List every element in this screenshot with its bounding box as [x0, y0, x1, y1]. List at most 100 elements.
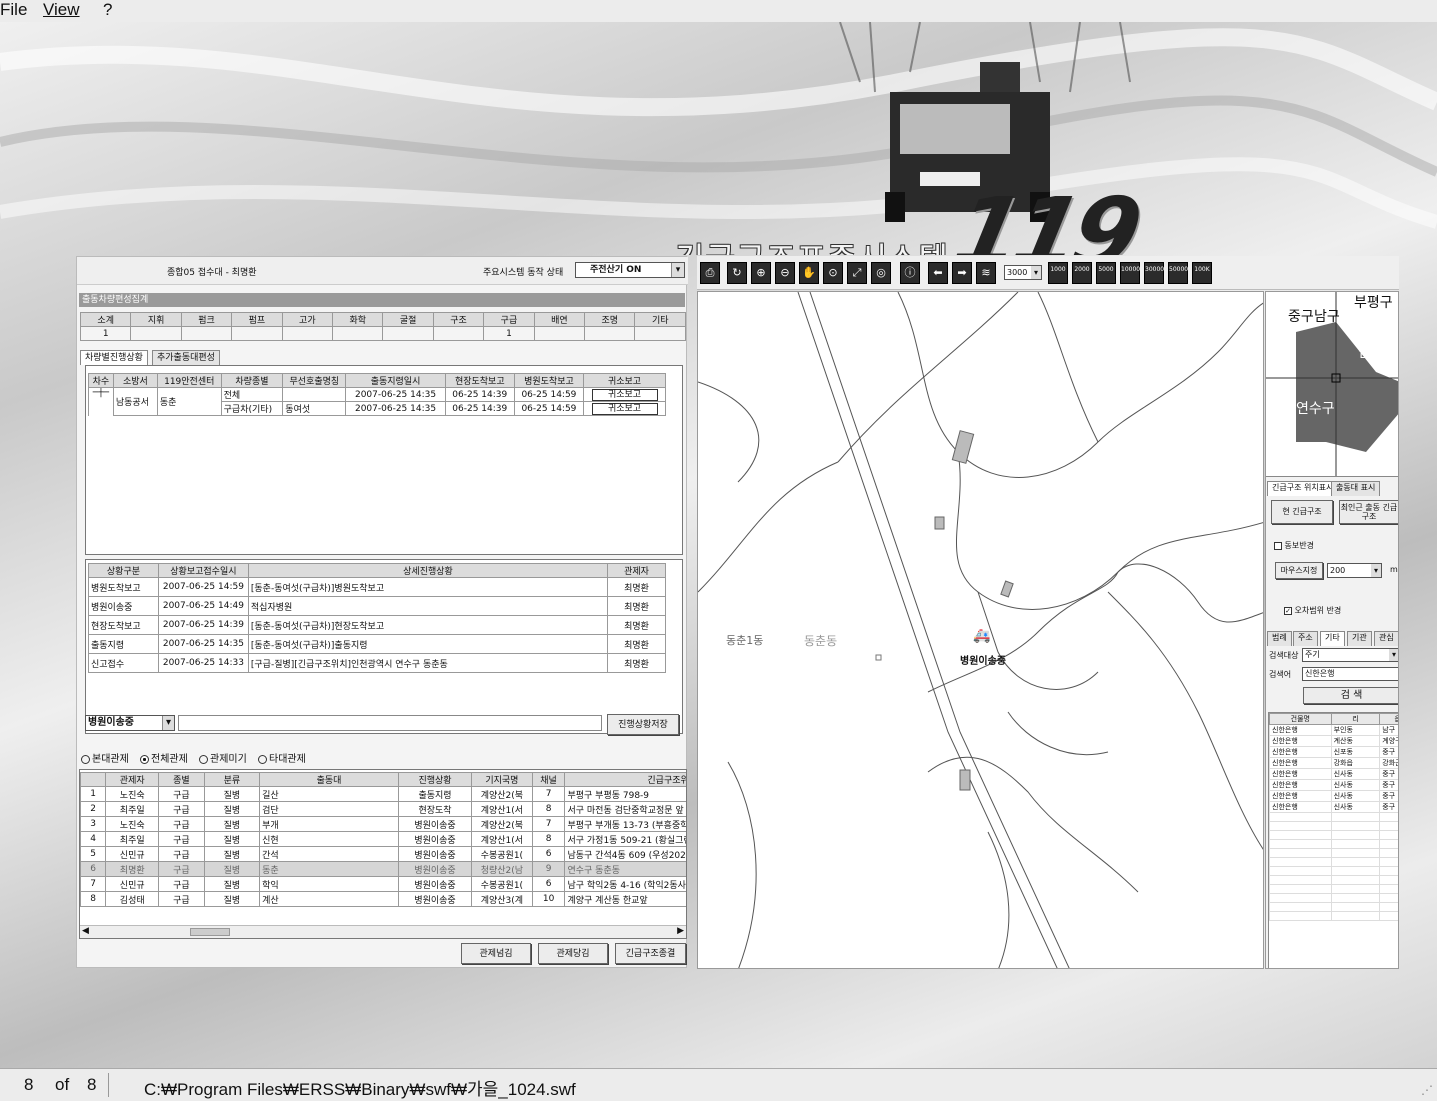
- back-arrow-icon[interactable]: ⬅: [928, 262, 948, 284]
- radius-select[interactable]: 200 ▾: [1327, 563, 1382, 578]
- system-status-select[interactable]: 주전산기 ON ▾: [575, 262, 685, 278]
- scale-10000-button[interactable]: 10000: [1120, 262, 1140, 284]
- scroll-thumb[interactable]: [190, 928, 230, 936]
- tree-toggle[interactable]: ─┼─: [88, 387, 114, 416]
- control-column-header[interactable]: 긴급구조위치: [564, 772, 686, 787]
- zoom-out-icon[interactable]: ⊖: [775, 262, 795, 284]
- table-row[interactable]: 1 노진숙 구급 질병 길산 출동지령 계양산2(북 7 부평구 부평동 798-9: [80, 786, 686, 802]
- table-row[interactable]: 병원도착보고 2007-06-25 14:59 [동춘-동여섯(구급차)]병원도착보…: [88, 577, 666, 597]
- progress-column-header[interactable]: 관제자: [607, 563, 666, 578]
- tab-rescue-position[interactable]: 긴급구조 위치표시: [1267, 481, 1339, 496]
- progress-column-header[interactable]: 상황구분: [88, 563, 159, 578]
- radio-other-control[interactable]: 타대관제: [258, 754, 306, 765]
- vehicle-column-header[interactable]: 119안전센터: [156, 373, 222, 388]
- vehicle-column-header[interactable]: 차수: [88, 373, 114, 388]
- search-button[interactable]: 검 색: [1303, 687, 1398, 704]
- vehicle-column-header[interactable]: 귀소보고: [583, 373, 666, 388]
- table-row[interactable]: 신한은행 부인동 남구: [1269, 724, 1398, 736]
- return-report-button[interactable]: 귀소보고: [591, 402, 658, 415]
- pass-control-button[interactable]: 관제넘김: [461, 943, 531, 964]
- table-row[interactable]: 신한은행 신사동 중구: [1269, 790, 1398, 802]
- table-row[interactable]: 신한은행 신사동 중구: [1269, 801, 1398, 813]
- nearest-dispatch-button[interactable]: 최인근 출동 긴급구조: [1339, 500, 1398, 524]
- refresh-icon[interactable]: ↻: [727, 262, 747, 284]
- info-icon[interactable]: ⓘ: [900, 262, 920, 284]
- tab-additional-dispatch[interactable]: 추가출동대편성: [152, 350, 220, 365]
- resize-grip-icon[interactable]: ⋰: [1421, 1083, 1433, 1097]
- control-column-header[interactable]: 분류: [203, 772, 261, 787]
- table-row[interactable]: 현장도착보고 2007-06-25 14:39 [동춘-동여섯(구급차)]현장도착보…: [88, 615, 666, 635]
- tab-interest[interactable]: 관심: [1374, 631, 1398, 646]
- vehicle-column-header[interactable]: 무선호출명칭: [282, 373, 347, 388]
- search-target-select[interactable]: 주기 ▾: [1302, 648, 1398, 662]
- progress-type-select[interactable]: 병원이송중 ▾: [85, 715, 175, 731]
- result-column-header[interactable]: 읍면동: [1379, 713, 1398, 725]
- take-control-button[interactable]: 관제당김: [538, 943, 608, 964]
- table-row[interactable]: 2최주일구급질병검단현장도착계양산1(서8서구 마전동 검단중학교정문 앞 산족…: [80, 801, 686, 817]
- pan-hand-icon[interactable]: ✋: [799, 262, 819, 284]
- tab-etc[interactable]: 기타: [1320, 631, 1345, 646]
- overview-minimap[interactable]: 중구 남구 부평구 남동구 연수구: [1266, 292, 1398, 477]
- progress-column-header[interactable]: 상황보고접수일시: [157, 563, 249, 578]
- vehicle-column-header[interactable]: 출동지령일시: [345, 373, 446, 388]
- table-row[interactable]: 신한은행계산동계양구: [1269, 735, 1398, 747]
- return-report-button[interactable]: 귀소보고: [591, 388, 658, 401]
- layer-icon[interactable]: ≋: [976, 262, 996, 284]
- zoom-area-icon[interactable]: ⊙: [823, 262, 843, 284]
- mouse-select-button[interactable]: 마우스지정: [1275, 562, 1323, 579]
- radio-not-controlled[interactable]: 관제미기: [199, 754, 247, 765]
- zoom-in-icon[interactable]: ⊕: [751, 262, 771, 284]
- menu-view[interactable]: View: [43, 0, 80, 20]
- tab-address[interactable]: 주소: [1293, 631, 1318, 646]
- current-rescue-button[interactable]: 현 긴급구조: [1271, 500, 1333, 524]
- chevron-down-icon[interactable]: ▾: [162, 716, 174, 730]
- scale-select[interactable]: 3000 ▾: [1004, 265, 1042, 280]
- chevron-down-icon[interactable]: ▾: [1371, 564, 1381, 577]
- control-column-header[interactable]: 채널: [531, 772, 566, 787]
- table-row[interactable]: 8 김성태 구급 질병 계산 병원이송중 계양산3(계 10 계양구 계산동 한교앞: [80, 891, 686, 907]
- radio-own-control[interactable]: 본대관제: [81, 754, 129, 765]
- table-row[interactable]: 6 최명환 구급 질병 동춘 병원이송중 청량산2(남 9 연수구 동춘동: [80, 861, 686, 877]
- radio-all-control[interactable]: 전체관제: [140, 754, 188, 765]
- table-row[interactable]: 신한은행 신사동 중구: [1269, 779, 1398, 791]
- table-row[interactable]: 출동지령 2007-06-25 14:35 [동춘-동여섯(구급차)]출동지령 최명환: [88, 634, 666, 654]
- scale-100k-button[interactable]: 100K: [1192, 262, 1212, 284]
- locate-icon[interactable]: ◎: [871, 262, 891, 284]
- progress-detail-input[interactable]: [178, 715, 602, 731]
- chevron-down-icon[interactable]: ▾: [1389, 649, 1398, 661]
- tab-agency[interactable]: 기관: [1347, 631, 1372, 646]
- table-row[interactable]: 4 최주일 구급 질병 신현 병원이송중 계양산1(서 8 서구 가정1동 509-21 (황실…: [80, 831, 686, 847]
- scroll-left-icon[interactable]: ◀: [82, 926, 89, 936]
- scroll-right-icon[interactable]: ▶: [677, 926, 684, 936]
- control-column-header[interactable]: 기지국명: [471, 772, 533, 787]
- table-row[interactable]: 신한은행 신포동 중구: [1269, 746, 1398, 758]
- result-column-header[interactable]: 리: [1330, 713, 1381, 725]
- chevron-down-icon[interactable]: ▾: [1031, 266, 1041, 279]
- table-row[interactable]: 7 신민규 구급 질병 학익 병원이송중 수봉공원1(6 남구 학익2동 4-16 (학익2동…: [80, 876, 686, 892]
- scale-2000-button[interactable]: 2000: [1072, 262, 1092, 284]
- table-row[interactable]: 신한은행강화읍강화군: [1269, 757, 1398, 769]
- progress-column-header[interactable]: 상세진행상황: [247, 563, 609, 578]
- scale-1000-button[interactable]: 1000: [1048, 262, 1068, 284]
- table-row[interactable]: 신고접수 2007-06-25 14:33 [구급-질병][긴급구조위치]인천광역시…: [88, 653, 666, 673]
- forward-arrow-icon[interactable]: ➡: [952, 262, 972, 284]
- chevron-down-icon[interactable]: ▾: [671, 263, 684, 277]
- map-view[interactable]: 동춘1동 동춘동 🚑 병원이송중: [697, 291, 1264, 969]
- vehicle-column-header[interactable]: 차량종별: [220, 373, 284, 388]
- search-word-input[interactable]: 신한은행: [1302, 667, 1398, 681]
- tab-dispatch-display[interactable]: 출동대 표시: [1331, 481, 1381, 496]
- end-rescue-button[interactable]: 긴급구조종결: [615, 943, 686, 964]
- ambulance-icon[interactable]: 🚑: [973, 628, 990, 644]
- control-column-header[interactable]: 관제자: [105, 772, 160, 787]
- horizontal-scrollbar[interactable]: ◀ ▶: [80, 925, 686, 938]
- table-row[interactable]: ─┼─ 남동공서 동춘 전체 2007-06-25 14:35 06-25 14…: [88, 387, 666, 416]
- tab-legend[interactable]: 범례: [1267, 631, 1292, 646]
- vehicle-column-header[interactable]: 현장도착보고: [444, 373, 515, 388]
- scale-5000-button[interactable]: 5000: [1096, 262, 1116, 284]
- tab-vehicle-status[interactable]: 차량별진행상황: [80, 350, 148, 365]
- table-row[interactable]: 3 노진숙 구급 질병 부개 병원이송중 계양산2(북 7 부평구 부개동 13-73 (부흥중…: [80, 816, 686, 832]
- table-row[interactable]: 5 신민규 구급 질병 간석 병원이송중 수봉공원1(6 남동구 간석4동 609 (우성20…: [80, 846, 686, 862]
- control-column-header[interactable]: 종별: [158, 772, 205, 787]
- save-progress-button[interactable]: 진행상황저장: [607, 714, 679, 735]
- scale-30000-button[interactable]: 30000: [1144, 262, 1164, 284]
